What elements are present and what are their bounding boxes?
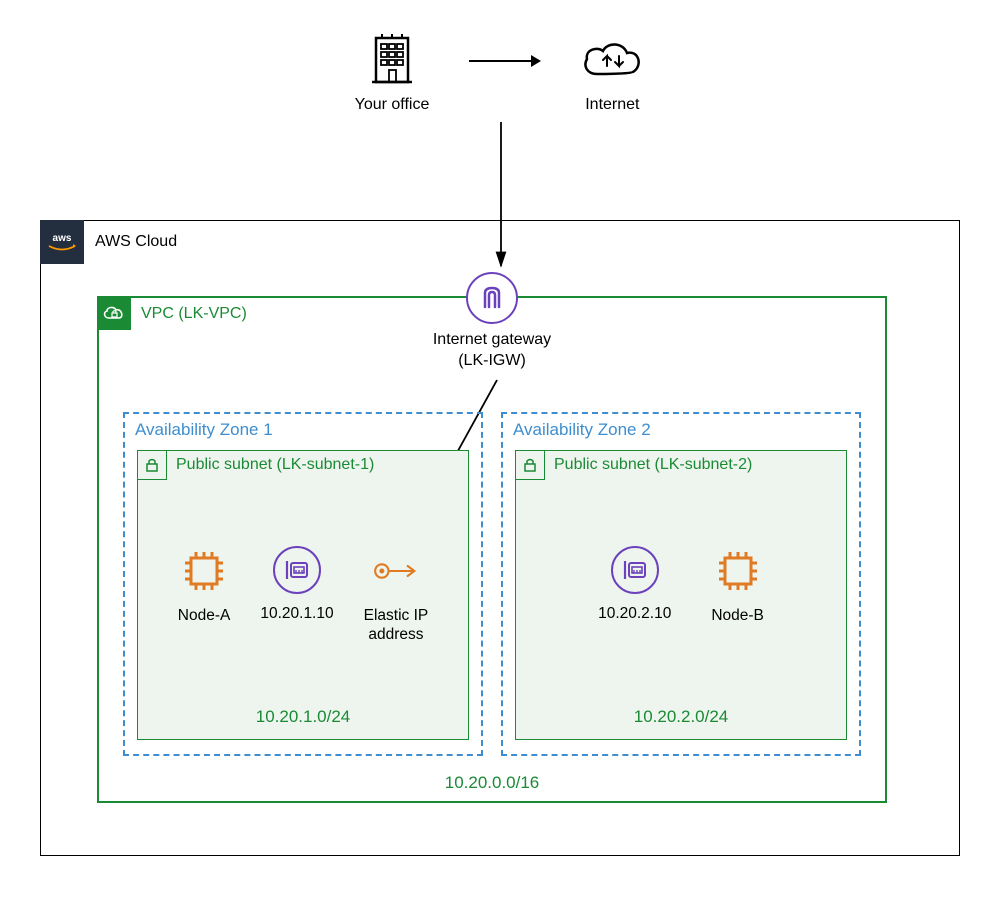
vpc-box: VPC (LK-VPC) 10.20.0.0/16 Internet gatew… bbox=[97, 296, 887, 803]
node-b-label: Node-B bbox=[711, 606, 764, 625]
internet-gateway-icon bbox=[466, 272, 518, 324]
igw-label-line2: (LK-IGW) bbox=[458, 352, 526, 369]
eni-icon bbox=[611, 546, 659, 594]
eni-2: 10.20.2.10 bbox=[598, 546, 671, 625]
node-a-label: Node-A bbox=[178, 606, 231, 625]
internet-gateway-label: Internet gateway (LK-IGW) bbox=[433, 330, 551, 372]
office-label: Your office bbox=[355, 96, 430, 114]
office-building-icon bbox=[370, 32, 414, 88]
eni-1: 10.20.1.10 bbox=[260, 546, 333, 645]
az1-title: Availability Zone 1 bbox=[135, 420, 273, 440]
vpc-title: VPC (LK-VPC) bbox=[141, 305, 247, 323]
aws-cloud-title: AWS Cloud bbox=[95, 233, 177, 251]
elastic-ip: Elastic IP address bbox=[364, 546, 429, 645]
aws-logo-icon: aws bbox=[40, 220, 84, 264]
internet-item: Internet bbox=[579, 32, 645, 114]
subnet-1-title: Public subnet (LK-subnet-1) bbox=[176, 456, 374, 474]
subnet-lock-icon bbox=[515, 450, 545, 480]
ec2-instance-icon bbox=[713, 546, 763, 596]
subnet-1-resources: Node-A bbox=[138, 546, 468, 645]
subnet-2-box: Public subnet (LK-subnet-2) 10.20.2.0/24 bbox=[515, 450, 847, 740]
subnet-lock-icon bbox=[137, 450, 167, 480]
subnet-2-title: Public subnet (LK-subnet-2) bbox=[554, 456, 752, 474]
office-item: Your office bbox=[355, 32, 430, 114]
node-a: Node-A bbox=[178, 546, 231, 645]
internet-label: Internet bbox=[585, 96, 639, 114]
subnet-2-resources: 10.20.2.10 bbox=[516, 546, 846, 625]
vpc-cloud-icon bbox=[97, 296, 131, 330]
eni-1-label: 10.20.1.10 bbox=[260, 604, 333, 623]
aws-cloud-box: aws AWS Cloud VPC (LK-VPC) 10.20.0.0/16 … bbox=[40, 220, 960, 856]
igw-label-line1: Internet gateway bbox=[433, 331, 551, 348]
subnet-2-cidr: 10.20.2.0/24 bbox=[516, 707, 846, 727]
availability-zone-2: Availability Zone 2 Public subnet (LK-su… bbox=[501, 412, 861, 756]
elastic-ip-label: Elastic IP address bbox=[364, 606, 429, 645]
node-b: Node-B bbox=[711, 546, 764, 625]
eni-2-label: 10.20.2.10 bbox=[598, 604, 671, 623]
cloud-internet-icon bbox=[579, 32, 645, 88]
subnet-1-box: Public subnet (LK-subnet-1) 10.20.1.0/24 bbox=[137, 450, 469, 740]
eni-icon bbox=[273, 546, 321, 594]
az2-title: Availability Zone 2 bbox=[513, 420, 651, 440]
svg-text:aws: aws bbox=[53, 233, 72, 244]
top-row: Your office Internet bbox=[0, 32, 1000, 114]
subnet-1-cidr: 10.20.1.0/24 bbox=[138, 707, 468, 727]
vpc-cidr: 10.20.0.0/16 bbox=[99, 773, 885, 793]
arrow-right-icon bbox=[469, 60, 539, 62]
availability-zone-1: Availability Zone 1 Public subnet (LK-su… bbox=[123, 412, 483, 756]
elastic-ip-icon bbox=[371, 546, 421, 596]
ec2-instance-icon bbox=[179, 546, 229, 596]
